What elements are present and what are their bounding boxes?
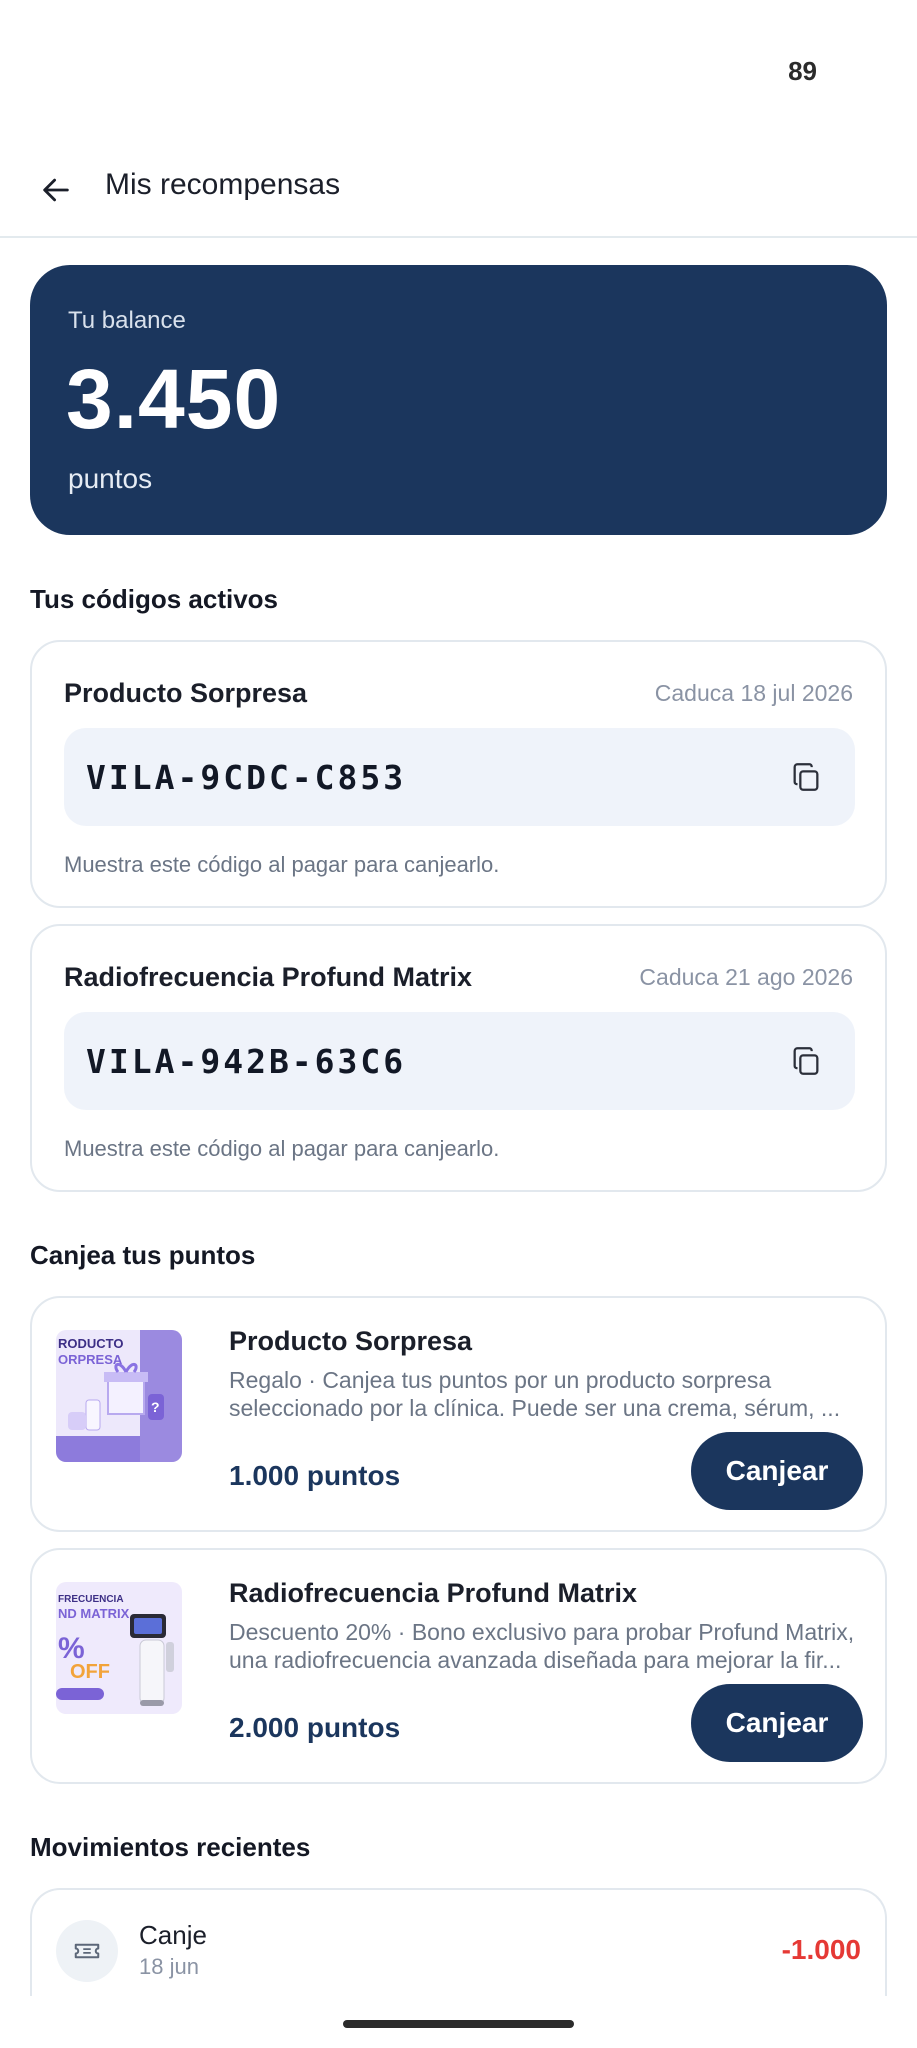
thumb-text: ORPRESA	[58, 1352, 123, 1367]
reward-thumbnail: FRECUENCIA ND MATRIX % OFF	[56, 1582, 182, 1714]
arrow-left-icon	[43, 178, 69, 202]
back-button[interactable]	[30, 164, 82, 216]
nav-bar-area	[0, 1996, 917, 2048]
code-hint: Muestra este código al pagar para canjea…	[64, 852, 500, 877]
code-value: VILA-9CDC-C853	[86, 758, 407, 797]
balance-value: 3.450	[66, 352, 282, 446]
redeem-button[interactable]: Canjear	[691, 1684, 863, 1762]
reward-name: Radiofrecuencia Profund Matrix	[229, 1578, 638, 1608]
reward-thumbnail: RODUCTO ORPRESA ?	[56, 1330, 182, 1462]
movement-label: Canje	[139, 1920, 207, 1950]
copy-icon	[793, 763, 819, 791]
code-value: VILA-942B-63C6	[86, 1042, 407, 1081]
code-box: VILA-942B-63C6	[64, 1012, 855, 1110]
status-number: 89	[788, 56, 817, 86]
code-box: VILA-9CDC-C853	[64, 728, 855, 826]
reward-desc-line: Regalo · Canjea tus puntos por un produc…	[229, 1367, 772, 1393]
copy-button[interactable]	[787, 1042, 825, 1080]
code-expiry: Caduca 21 ago 2026	[639, 964, 853, 990]
reward-points: 2.000 puntos	[229, 1712, 401, 1743]
section-title-redeem: Canjea tus puntos	[30, 1240, 256, 1270]
active-code-card: Producto Sorpresa Caduca 18 jul 2026 VIL…	[30, 640, 887, 908]
movement-icon-wrap	[56, 1920, 118, 1982]
active-code-card: Radiofrecuencia Profund Matrix Caduca 21…	[30, 924, 887, 1192]
page-title: Mis recompensas	[105, 168, 341, 201]
copy-button[interactable]	[787, 758, 825, 796]
thumb-text: OFF	[70, 1661, 110, 1683]
status-bar: 89	[0, 0, 917, 140]
reward-name: Producto Sorpresa	[229, 1326, 473, 1356]
code-hint: Muestra este código al pagar para canjea…	[64, 1136, 500, 1161]
balance-card: Tu balance 3.450 puntos	[30, 265, 887, 535]
home-indicator[interactable]	[343, 2020, 574, 2028]
reward-desc-line: una radiofrecuencia avanzada diseñada pa…	[229, 1647, 842, 1673]
reward-description: Regalo · Canjea tus puntos por un produc…	[229, 1366, 869, 1422]
app-bar: Mis recompensas	[0, 140, 917, 238]
thumb-text: ND MATRIX	[58, 1606, 130, 1621]
ticket-icon	[74, 1943, 100, 1959]
thumb-text: RODUCTO	[58, 1336, 123, 1351]
copy-icon	[793, 1047, 819, 1075]
reward-points: 1.000 puntos	[229, 1460, 401, 1491]
code-reward-name: Producto Sorpresa	[64, 678, 308, 708]
code-reward-name: Radiofrecuencia Profund Matrix	[64, 962, 473, 992]
reward-description: Descuento 20% · Bono exclusivo para prob…	[229, 1618, 869, 1674]
balance-label: Tu balance	[68, 307, 186, 334]
section-title-movements: Movimientos recientes	[30, 1832, 311, 1862]
balance-unit: puntos	[68, 463, 153, 494]
reward-card: RODUCTO ORPRESA ? Producto Sorpresa Rega…	[30, 1296, 887, 1532]
reward-card: FRECUENCIA ND MATRIX % OFF Radiofrecuenc…	[30, 1548, 887, 1784]
movement-date: 18 jun	[139, 1954, 199, 1979]
redeem-button[interactable]: Canjear	[691, 1432, 863, 1510]
section-title-active-codes: Tus códigos activos	[30, 584, 279, 614]
reward-desc-line: Descuento 20% · Bono exclusivo para prob…	[229, 1619, 855, 1645]
code-expiry: Caduca 18 jul 2026	[654, 680, 853, 706]
reward-desc-line: seleccionado por la clínica. Puede ser u…	[229, 1395, 841, 1421]
svg-text:?: ?	[151, 1399, 160, 1415]
movement-amount: -1.000	[781, 1934, 861, 1965]
thumb-text: FRECUENCIA	[58, 1594, 124, 1605]
